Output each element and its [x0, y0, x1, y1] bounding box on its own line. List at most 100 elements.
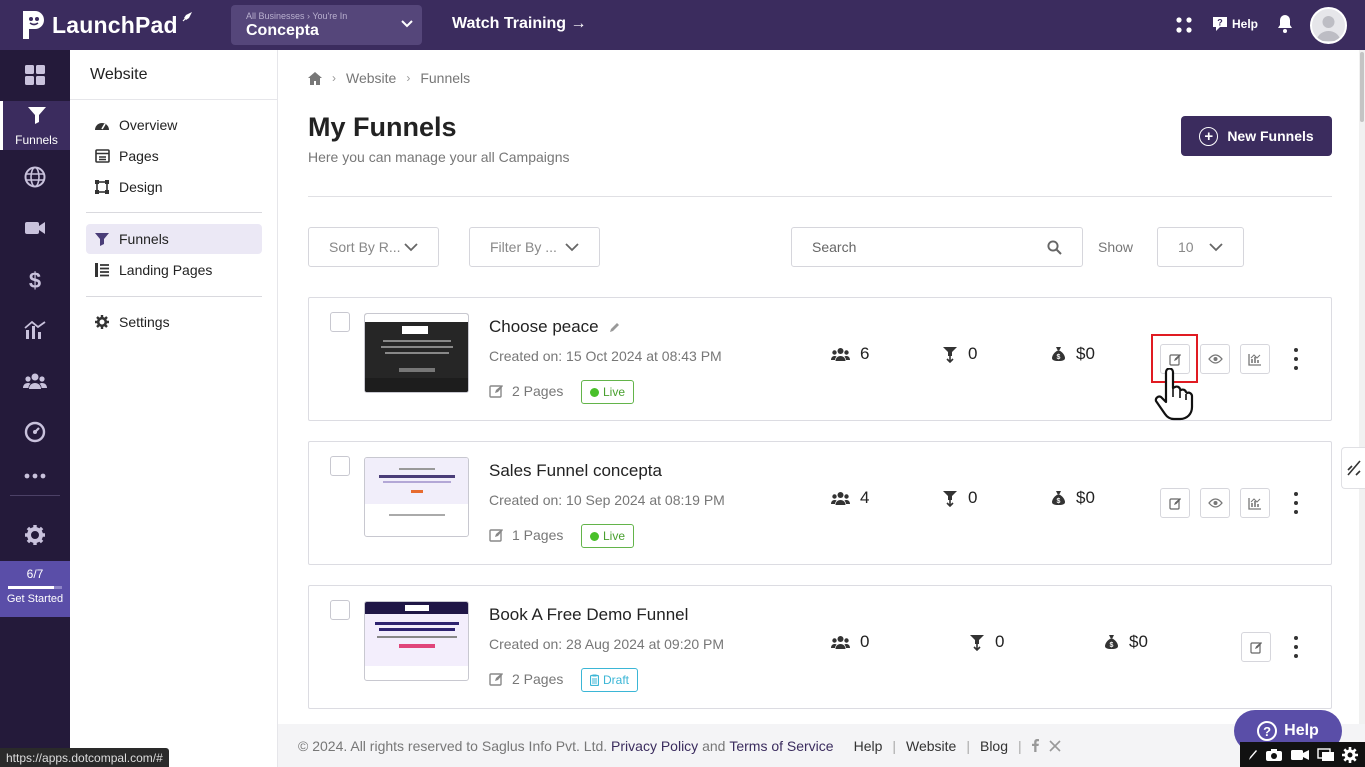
video-camera-icon — [24, 220, 46, 241]
list-icon — [94, 263, 110, 277]
watch-training-link[interactable]: Watch Training → — [452, 15, 587, 33]
clipboard-icon — [590, 674, 599, 686]
footer-website-link[interactable]: Website — [906, 738, 956, 754]
funnel-thumbnail[interactable] — [364, 457, 469, 537]
sidebar-item-label: Pages — [119, 148, 159, 164]
gauge-chart-icon — [24, 421, 46, 448]
preview-funnel-button[interactable] — [1200, 344, 1230, 374]
main-content: › Website › Funnels My Funnels Here you … — [278, 50, 1365, 767]
video-record-icon[interactable] — [1290, 748, 1310, 762]
sidebar-item-pages[interactable]: Pages — [86, 141, 262, 171]
privacy-policy-link[interactable]: Privacy Policy — [611, 738, 698, 754]
breadcrumb-separator: › — [406, 71, 411, 85]
rail-payments[interactable]: $ — [0, 256, 70, 306]
footer-help-link[interactable]: Help — [854, 738, 883, 754]
user-avatar[interactable] — [1310, 7, 1347, 44]
terms-of-service-link[interactable]: Terms of Service — [729, 738, 833, 754]
funnel-card: Sales Funnel concepta Created on: 10 Sep… — [308, 441, 1332, 565]
rail-settings[interactable] — [0, 512, 70, 562]
pencil-icon[interactable] — [609, 321, 621, 333]
funnel-checkbox[interactable] — [330, 456, 350, 476]
sidebar-item-landing-pages[interactable]: Landing Pages — [86, 255, 262, 285]
funnel-thumbnail[interactable] — [364, 601, 469, 681]
sidebar-item-design[interactable]: Design — [86, 172, 262, 202]
conversions-stat: 0 — [942, 488, 977, 508]
edit-funnel-button[interactable] — [1241, 632, 1271, 662]
rail-more[interactable] — [0, 450, 70, 500]
camera-icon[interactable] — [1265, 748, 1283, 762]
rail-contacts[interactable] — [0, 358, 70, 408]
business-selector[interactable]: All Businesses › You're In Concepta — [231, 5, 422, 45]
filter-dropdown-value: Filter By ... — [490, 239, 557, 255]
pen-icon[interactable] — [1248, 749, 1258, 761]
search-input[interactable] — [812, 239, 1032, 255]
funnel-thumbnail[interactable] — [364, 313, 469, 393]
funnel-stats-button[interactable] — [1240, 488, 1270, 518]
x-twitter-icon[interactable] — [1049, 739, 1061, 752]
get-started-count: 6/7 — [26, 567, 44, 581]
get-started-progress[interactable]: 6/7 Get Started — [0, 561, 70, 617]
help-link[interactable]: ? Help — [1212, 16, 1258, 32]
bell-icon[interactable] — [1277, 14, 1293, 39]
page-scrollbar[interactable] — [1359, 50, 1365, 724]
more-options-icon[interactable] — [1291, 348, 1301, 370]
funnel-download-icon — [969, 634, 985, 651]
rail-analytics[interactable] — [0, 307, 70, 357]
status-badge: Live — [581, 524, 635, 548]
users-icon — [831, 491, 850, 506]
visitors-count: 6 — [860, 344, 870, 363]
funnel-pages-count: 2 Pages — [512, 671, 564, 687]
funnel-name[interactable]: Choose peace — [489, 317, 621, 337]
rocket-icon — [181, 10, 193, 28]
analytics-icon — [24, 320, 46, 345]
sidebar-item-settings[interactable]: Settings — [86, 307, 262, 337]
status-badge-label: Live — [603, 529, 626, 543]
rail-dashboard[interactable] — [0, 52, 70, 102]
footer-blog-link[interactable]: Blog — [980, 738, 1008, 754]
funnel-icon — [27, 105, 47, 130]
new-funnels-button[interactable]: + New Funnels — [1181, 116, 1332, 156]
gauge-icon — [94, 118, 110, 132]
money-bag-icon: $ — [1104, 634, 1119, 650]
funnel-name[interactable]: Book A Free Demo Funnel — [489, 605, 688, 625]
more-options-icon[interactable] — [1291, 492, 1301, 514]
app-logo[interactable]: LaunchPad — [0, 0, 220, 50]
footer-separator: | — [1018, 737, 1022, 754]
sort-dropdown[interactable]: Sort By R... — [308, 227, 439, 267]
funnel-checkbox[interactable] — [330, 600, 350, 620]
edit-icon — [1249, 641, 1263, 654]
edit-funnel-button[interactable] — [1160, 488, 1190, 518]
rail-divider — [10, 495, 60, 496]
breadcrumb: › Website › Funnels — [308, 70, 470, 86]
funnel-checkbox[interactable] — [330, 312, 350, 332]
collapse-tab[interactable] — [1341, 447, 1365, 489]
windows-icon[interactable] — [1316, 747, 1335, 762]
funnel-name[interactable]: Sales Funnel concepta — [489, 461, 662, 481]
rail-video[interactable] — [0, 205, 70, 255]
sidebar-item-overview[interactable]: Overview — [86, 110, 262, 140]
status-bar-url: https://apps.dotcompal.com/# — [0, 748, 169, 767]
facebook-icon[interactable] — [1031, 739, 1039, 752]
apps-grid-icon[interactable] — [1175, 16, 1193, 39]
home-icon[interactable] — [308, 71, 322, 85]
sidebar-item-funnels[interactable]: Funnels — [86, 224, 262, 254]
filter-dropdown[interactable]: Filter By ... — [469, 227, 600, 267]
chevron-down-icon — [1209, 242, 1223, 252]
rail-website[interactable] — [0, 154, 70, 204]
funnel-stats-button[interactable] — [1240, 344, 1270, 374]
more-options-icon[interactable] — [1291, 636, 1301, 658]
sidebar-divider — [86, 212, 262, 213]
conversions-stat: 0 — [969, 632, 1004, 652]
help-float-label: Help — [1284, 722, 1319, 739]
funnel-name-text: Sales Funnel concepta — [489, 461, 662, 480]
rail-funnels[interactable]: Funnels — [0, 101, 70, 150]
browser-window-icon — [94, 149, 110, 163]
gear-icon[interactable] — [1341, 746, 1358, 763]
preview-funnel-button[interactable] — [1200, 488, 1230, 518]
search-icon[interactable] — [1047, 239, 1062, 255]
app-name: LaunchPad — [52, 11, 178, 38]
page-size-dropdown[interactable]: 10 — [1157, 227, 1244, 267]
sidebar-item-label: Funnels — [119, 231, 169, 247]
top-bar: LaunchPad All Businesses › You're In Con… — [0, 0, 1365, 50]
breadcrumb-website[interactable]: Website — [346, 70, 396, 86]
